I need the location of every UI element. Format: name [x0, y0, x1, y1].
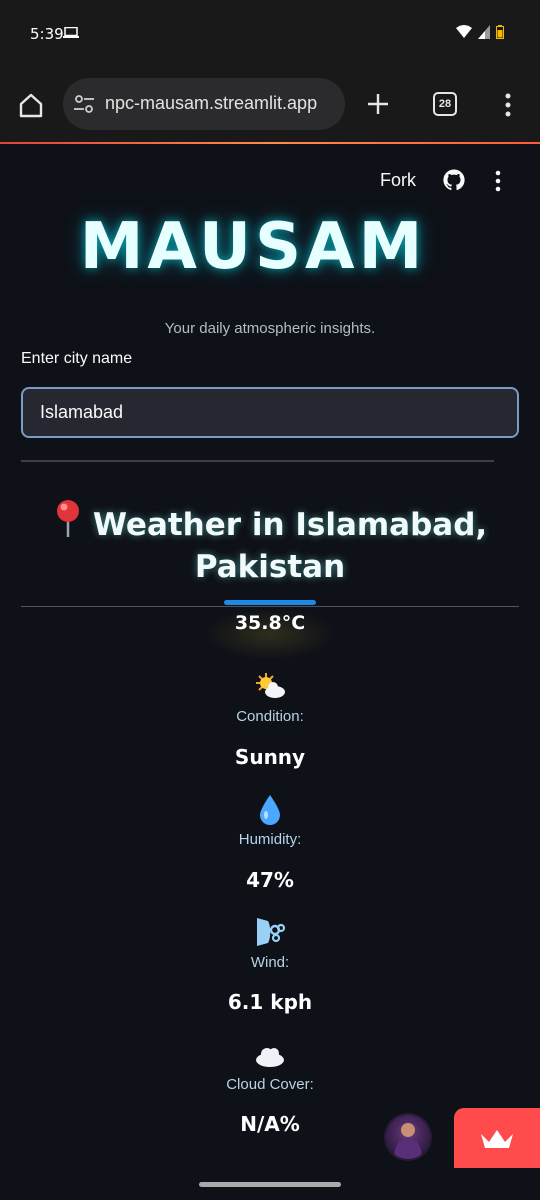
- cloud-icon: [256, 1048, 284, 1067]
- weather-heading-line1: Weather in Islamabad,: [92, 507, 488, 543]
- page-load-accent: [0, 142, 540, 144]
- streamlit-crown-icon: [481, 1130, 513, 1148]
- avatar-figure: [394, 1123, 422, 1159]
- condition-label: Condition:: [236, 708, 304, 725]
- sun-behind-cloud-icon: [256, 673, 285, 698]
- signal-icon: [478, 25, 490, 39]
- laptop-icon: [63, 27, 79, 38]
- humidity-value: 47%: [246, 868, 294, 892]
- app-title: MAUSAM: [79, 210, 427, 284]
- app-subtitle: Your daily atmospheric insights.: [164, 320, 376, 337]
- avatar[interactable]: [386, 1115, 430, 1159]
- droplet-icon: [260, 795, 280, 825]
- humidity-label: Humidity:: [238, 831, 302, 848]
- round-pushpin-icon: [56, 500, 79, 537]
- tab-switcher-button[interactable]: 28: [433, 92, 457, 116]
- github-icon[interactable]: [442, 168, 466, 192]
- divider: [21, 460, 494, 462]
- wifi-icon: [456, 25, 472, 38]
- browser-menu-icon[interactable]: [504, 93, 512, 117]
- temperature-accent-bar: [224, 600, 316, 605]
- site-settings-icon[interactable]: [74, 95, 94, 113]
- condition-value: Sunny: [234, 745, 306, 769]
- weather-heading-line2: Pakistan: [194, 549, 346, 585]
- divider: [21, 606, 519, 607]
- status-time: 5:39: [30, 25, 64, 43]
- gesture-navigation-bar[interactable]: [199, 1182, 341, 1187]
- app-menu-icon[interactable]: [494, 170, 502, 192]
- city-input[interactable]: [21, 387, 519, 438]
- battery-icon: [496, 25, 504, 39]
- wind-label: Wind:: [250, 954, 290, 971]
- cloud-cover-label: Cloud Cover:: [226, 1076, 314, 1093]
- home-icon[interactable]: [18, 92, 44, 118]
- url-text[interactable]: npc-mausam.streamlit.app: [105, 93, 317, 114]
- status-bar: 5:39: [0, 0, 540, 66]
- wind-face-icon: [257, 918, 286, 946]
- weather-heading: Weather in Islamabad, Pakistan: [40, 498, 500, 588]
- fork-button[interactable]: Fork: [380, 170, 416, 191]
- tab-count: 28: [438, 98, 452, 110]
- new-tab-icon[interactable]: [366, 92, 390, 116]
- status-icons: [456, 25, 504, 39]
- wind-value: 6.1 kph: [227, 990, 313, 1014]
- streamlit-badge[interactable]: [454, 1108, 540, 1168]
- city-input-label: Enter city name: [21, 350, 133, 367]
- temperature-value: 35.8°C: [234, 612, 306, 634]
